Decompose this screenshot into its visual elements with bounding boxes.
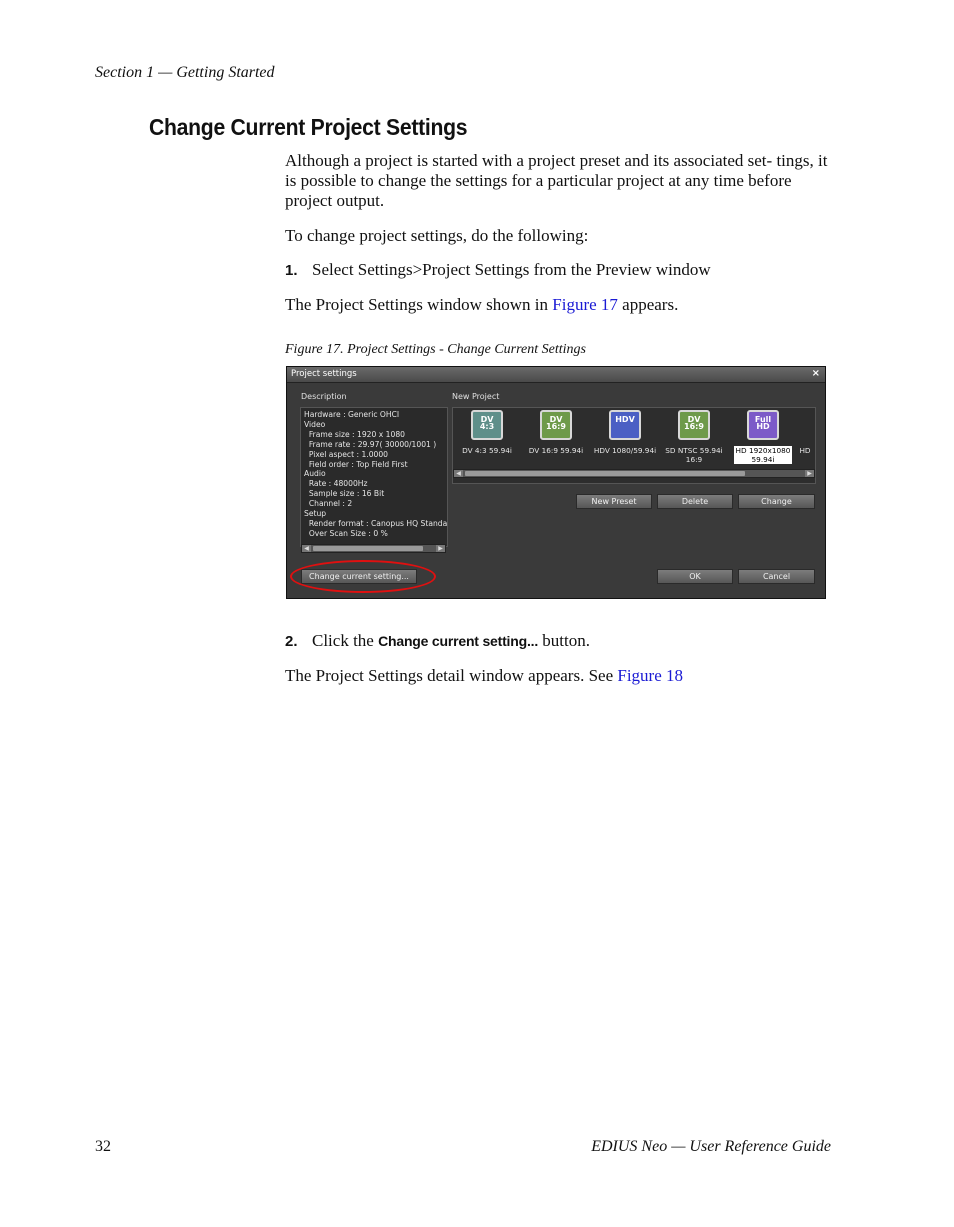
project-settings-window: Project settings × Description New Proje…: [286, 366, 826, 599]
preset-name: SD NTSC 59.94i 16:9: [665, 446, 723, 464]
page-number: 32: [95, 1138, 111, 1155]
window-titlebar: Project settings ×: [287, 367, 825, 383]
preset-icon: DV 16:9: [540, 410, 572, 440]
intro-paragraph: Although a project is started with a pro…: [285, 151, 828, 210]
preset-item[interactable]: HDV HDV 1080/59.94i: [591, 410, 659, 455]
text-before-link: The Project Settings detail window appea…: [285, 666, 618, 685]
preset-item[interactable]: DV 16:9 DV 16:9 59.94i: [522, 410, 590, 455]
preset-item[interactable]: HD: [798, 410, 812, 455]
description-text: Hardware : Generic OHCI Video Frame size…: [304, 410, 448, 538]
preset-item[interactable]: DV 4:3 DV 4:3 59.94i: [453, 410, 521, 455]
preset-item[interactable]: Full HD HD 1920x1080 59.94i: [729, 410, 797, 464]
ui-element-name: Change current setting...: [378, 633, 539, 649]
delete-button[interactable]: Delete: [657, 494, 733, 509]
change-button[interactable]: Change: [738, 494, 815, 509]
instruction-paragraph: To change project settings, do the follo…: [285, 226, 589, 245]
step-text-after: button.: [538, 631, 590, 650]
preset-name: HD 1920x1080 59.94i: [733, 446, 793, 464]
preset-icon-label: HDV: [615, 415, 635, 424]
new-project-label: New Project: [452, 392, 500, 401]
scroll-left-icon[interactable]: ◀: [454, 470, 463, 477]
step-text: Select Settings>Project Settings from th…: [312, 260, 711, 279]
preset-icon-label: DV 16:9: [546, 415, 566, 431]
section-header: Section 1 — Getting Started: [95, 64, 275, 81]
scroll-left-icon[interactable]: ◀: [302, 545, 311, 552]
step-1: 1. Select Settings>Project Settings from …: [285, 260, 845, 281]
preset-icon-label: DV 16:9: [684, 415, 704, 431]
preset-item[interactable]: DV 16:9 SD NTSC 59.94i 16:9: [660, 410, 728, 464]
figure-caption: Figure 17. Project Settings - Change Cur…: [285, 342, 586, 357]
preset-name: HD: [799, 446, 811, 455]
step-number: 1.: [285, 262, 298, 279]
preset-scrollbar[interactable]: ◀ ▶: [453, 469, 815, 478]
new-preset-button[interactable]: New Preset: [576, 494, 652, 509]
detail-window-paragraph: The Project Settings detail window appea…: [285, 666, 683, 686]
preset-icon: Full HD: [747, 410, 779, 440]
preset-name: HDV 1080/59.94i: [593, 446, 657, 455]
figure-18-link[interactable]: Figure 18: [617, 666, 683, 685]
preset-icon: DV 4:3: [471, 410, 503, 440]
scroll-right-icon[interactable]: ▶: [436, 545, 445, 552]
footer-guide-title: EDIUS Neo — User Reference Guide: [591, 1138, 831, 1155]
step-text: Click the: [312, 631, 379, 650]
page-title: Change Current Project Settings: [149, 114, 468, 140]
window-title: Project settings: [291, 369, 357, 379]
figure-reference-paragraph: The Project Settings window shown in Fig…: [285, 295, 678, 315]
step-2: 2. Click the Change current setting... bu…: [285, 631, 845, 652]
text-after-link: appears.: [617, 295, 679, 314]
description-panel[interactable]: Hardware : Generic OHCI Video Frame size…: [300, 407, 448, 547]
cancel-button[interactable]: Cancel: [738, 569, 815, 584]
figure-17-link[interactable]: Figure 17: [552, 295, 618, 314]
preset-icon: DV 16:9: [678, 410, 710, 440]
close-icon[interactable]: ×: [812, 368, 820, 379]
description-scrollbar[interactable]: ◀ ▶: [301, 544, 446, 553]
scroll-thumb[interactable]: [465, 471, 745, 476]
preset-name: DV 4:3 59.94i: [462, 446, 512, 455]
preset-icon-label: DV 4:3: [479, 415, 495, 431]
scroll-right-icon[interactable]: ▶: [805, 470, 814, 477]
text-before-link: The Project Settings window shown in: [285, 295, 553, 314]
highlight-ellipse: [290, 560, 436, 593]
description-label: Description: [301, 392, 347, 401]
preset-icon: HDV: [609, 410, 641, 440]
step-number: 2.: [285, 633, 298, 650]
scroll-thumb[interactable]: [313, 546, 423, 551]
preset-name: DV 16:9 59.94i: [528, 446, 584, 455]
ok-button[interactable]: OK: [657, 569, 733, 584]
preset-icon-label: Full HD: [754, 415, 772, 431]
